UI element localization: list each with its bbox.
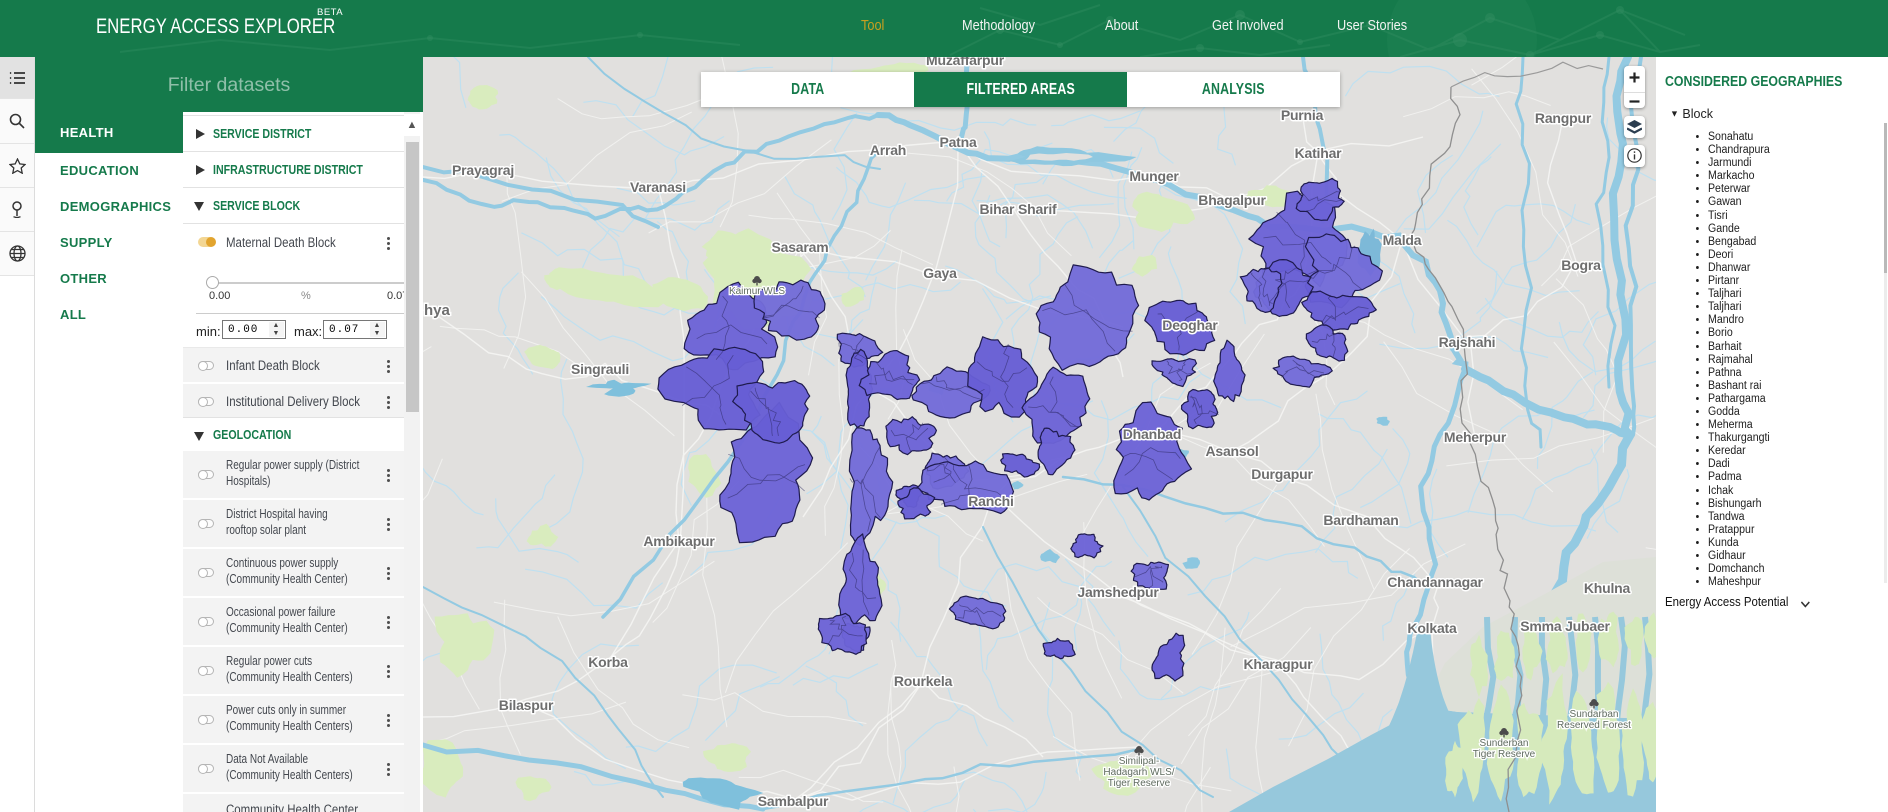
svg-text:Similipal-: Similipal- <box>1119 756 1160 767</box>
svg-text:Jamshedpur: Jamshedpur <box>1077 584 1159 600</box>
svg-text:Durgapur: Durgapur <box>1251 466 1313 482</box>
svg-text:Sambalpur: Sambalpur <box>758 793 829 809</box>
svg-text:Bardhaman: Bardhaman <box>1323 512 1398 528</box>
svg-text:Gaya: Gaya <box>923 265 957 281</box>
svg-text:Prayagraj: Prayagraj <box>452 162 514 178</box>
svg-text:Dhanbad: Dhanbad <box>1123 426 1182 442</box>
svg-text:Smma Jubaer: Smma Jubaer <box>1520 618 1610 634</box>
svg-text:Tiger Reserve: Tiger Reserve <box>1473 749 1536 760</box>
svg-text:Kolkata: Kolkata <box>1407 620 1457 636</box>
svg-text:Bogra: Bogra <box>1561 257 1601 273</box>
svg-text:Sundarban: Sundarban <box>1570 709 1619 720</box>
svg-text:Munger: Munger <box>1129 168 1179 184</box>
svg-text:Katihar: Katihar <box>1295 145 1343 161</box>
svg-text:Bihar Sharif: Bihar Sharif <box>980 201 1057 217</box>
svg-text:Meherpur: Meherpur <box>1444 429 1507 445</box>
svg-text:Arrah: Arrah <box>870 142 906 158</box>
svg-text:Rangpur: Rangpur <box>1535 110 1592 126</box>
svg-text:Varanasi: Varanasi <box>630 179 686 195</box>
svg-text:Purnia: Purnia <box>1281 107 1324 123</box>
svg-text:Singrauli: Singrauli <box>571 361 629 377</box>
svg-text:Rajshahi: Rajshahi <box>1439 334 1496 350</box>
svg-text:Kaimur WLS: Kaimur WLS <box>729 286 785 297</box>
svg-text:Hadagarh WLS/: Hadagarh WLS/ <box>1103 767 1174 778</box>
svg-text:Rourkela: Rourkela <box>894 673 953 689</box>
svg-text:Patna: Patna <box>939 134 977 150</box>
svg-text:Muzaffarpur: Muzaffarpur <box>926 57 1005 68</box>
svg-text:Korba: Korba <box>588 654 628 670</box>
svg-text:Bilaspur: Bilaspur <box>499 697 554 713</box>
svg-text:hya: hya <box>424 302 451 319</box>
svg-text:Bhagalpur: Bhagalpur <box>1198 192 1266 208</box>
svg-text:Asansol: Asansol <box>1205 443 1258 459</box>
svg-text:Malda: Malda <box>1383 232 1422 248</box>
svg-text:Deoghar: Deoghar <box>1162 317 1218 333</box>
svg-text:Sasaram: Sasaram <box>772 239 829 255</box>
svg-text:Sunderban: Sunderban <box>1480 738 1529 749</box>
svg-text:Ambikapur: Ambikapur <box>643 533 715 549</box>
svg-text:Ranchi: Ranchi <box>968 493 1013 509</box>
svg-text:Kharagpur: Kharagpur <box>1244 656 1314 672</box>
svg-text:Reserved Forest: Reserved Forest <box>1557 720 1631 731</box>
svg-text:Chandannagar: Chandannagar <box>1387 574 1483 590</box>
svg-text:Khulna: Khulna <box>1584 580 1631 596</box>
svg-text:Tiger Reserve: Tiger Reserve <box>1108 778 1171 789</box>
